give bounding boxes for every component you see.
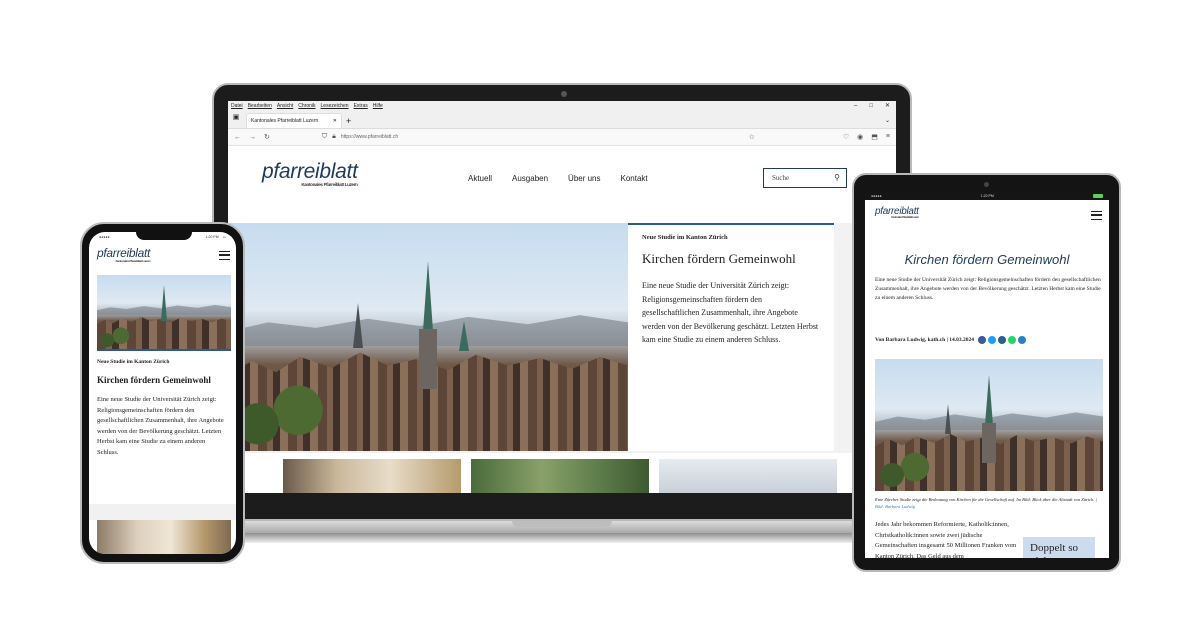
phone-logo-text: pfarreiblatt bbox=[97, 246, 151, 260]
phone-kicker: Neue Studie im Kanton Zürich bbox=[97, 359, 170, 365]
hero-card[interactable]: Neue Studie im Kanton Zürich Kirchen för… bbox=[628, 223, 834, 451]
search-icon[interactable]: ⚲ bbox=[834, 173, 840, 182]
menu-chronik[interactable]: Chronik bbox=[298, 103, 315, 109]
laptop-base bbox=[210, 521, 914, 533]
phone-screen: ●●●●● 1:20 PM ▭ pfarreiblatt Kantonales … bbox=[89, 232, 236, 554]
site-header: pfarreiblatt Kantonales Pfarreiblatt Luz… bbox=[228, 146, 896, 206]
phone-text: Eine neue Studie der Universität Zürich … bbox=[97, 396, 224, 456]
share-icon[interactable] bbox=[997, 336, 1006, 344]
teaser-image-1[interactable] bbox=[283, 459, 461, 493]
caption-text: Eine Zürcher Studie zeigt die Bedeutung … bbox=[875, 497, 1097, 502]
tab-list-icon[interactable]: ▣ bbox=[230, 113, 242, 125]
phone-hero-image[interactable] bbox=[97, 275, 231, 351]
nav-kontakt[interactable]: Kontakt bbox=[621, 174, 648, 183]
tablet-infobox[interactable]: Doppelt so viele bbox=[1023, 537, 1095, 558]
laptop-foot bbox=[228, 533, 896, 543]
new-tab-icon[interactable]: + bbox=[346, 116, 351, 126]
shield-icon: ⛉ bbox=[321, 133, 328, 140]
laptop-screen: Datei Bearbeiten Ansicht Chronik Lesezei… bbox=[228, 101, 896, 511]
hamburger-menu-icon[interactable]: ≡ bbox=[886, 133, 890, 141]
status-time: 1:20 PM bbox=[205, 235, 219, 239]
site-logo[interactable]: pfarreiblatt Kantonales Pfarreiblatt Luz… bbox=[262, 160, 358, 187]
phone-teaser-image[interactable] bbox=[97, 520, 231, 554]
tablet-statusbar: ●●●●● 1:20 PM bbox=[865, 192, 1109, 200]
laptop-frame: Datei Bearbeiten Ansicht Chronik Lesezei… bbox=[212, 83, 912, 521]
close-tab-icon[interactable]: ✕ bbox=[333, 118, 337, 124]
tablet-article-image[interactable] bbox=[875, 359, 1103, 491]
menu-hilfe[interactable]: Hilfe bbox=[373, 103, 383, 109]
nav-aktuell[interactable]: Aktuell bbox=[468, 174, 492, 183]
nav-ausgaben[interactable]: Ausgaben bbox=[512, 174, 548, 183]
logo-text: pfarreiblatt bbox=[262, 160, 358, 183]
tablet-byline: Von Barbara Ludwig, kath.ch | 14.03.2024 bbox=[875, 336, 1028, 344]
article-teasers bbox=[283, 459, 837, 493]
phone-notch bbox=[136, 230, 192, 240]
reload-icon[interactable]: ↻ bbox=[264, 133, 270, 141]
main-nav: Aktuell Ausgaben Über uns Kontakt bbox=[468, 174, 648, 183]
account-icon[interactable]: ◉ bbox=[857, 133, 863, 141]
webcam bbox=[561, 91, 567, 97]
phone-logo[interactable]: pfarreiblatt Kantonales Pfarreiblatt Luz… bbox=[97, 246, 150, 263]
forward-icon[interactable]: → bbox=[249, 134, 256, 141]
browser-tabbar: ▣ Kantonales Pfarreiblatt Luzern ✕ + ⌄ bbox=[228, 111, 896, 129]
menu-bearbeiten[interactable]: Bearbeiten bbox=[248, 103, 272, 109]
browser-urlbar: ← → ↻ ⛉ 🔒︎ https://www.pfarreiblatt.ch ☆… bbox=[228, 129, 896, 146]
search-input[interactable]: Suche ⚲ bbox=[763, 168, 847, 188]
teaser-image-2[interactable] bbox=[471, 459, 649, 493]
menu-extras[interactable]: Extras bbox=[354, 103, 368, 109]
browser-tab[interactable]: Kantonales Pfarreiblatt Luzern ✕ bbox=[246, 113, 342, 128]
hero-text: Eine neue Studie der Universität Zürich … bbox=[642, 281, 819, 344]
tablet-body-text: Jedes Jahr bekommen Reformierte, Katholi… bbox=[875, 521, 1017, 558]
hero-image[interactable] bbox=[228, 223, 628, 451]
more-share-icon[interactable] bbox=[1017, 336, 1026, 344]
share-buttons bbox=[977, 336, 1028, 344]
twitter-share-icon[interactable] bbox=[987, 336, 996, 344]
tab-title: Kantonales Pfarreiblatt Luzern bbox=[251, 118, 319, 124]
close-window-button[interactable]: ✕ bbox=[885, 101, 890, 111]
tablet-logo[interactable]: pfarreiblatt Kantonales Pfarreiblatt Luz… bbox=[875, 206, 919, 219]
search-placeholder: Suche bbox=[772, 174, 790, 182]
minimize-button[interactable]: – bbox=[854, 101, 857, 111]
tablet-screen: ●●●●● 1:20 PM pfarreiblatt Kantonales Pf… bbox=[865, 192, 1109, 558]
pocket-icon[interactable]: ♡ bbox=[843, 133, 849, 141]
tab-overflow-icon[interactable]: ⌄ bbox=[885, 117, 890, 124]
tablet-image-caption: Eine Zürcher Studie zeigt die Bedeutung … bbox=[875, 496, 1103, 510]
phone-title[interactable]: Kirchen fördern Gemeinwohl bbox=[97, 375, 211, 385]
nav-ueber-uns[interactable]: Über uns bbox=[568, 174, 600, 183]
bookmark-star-icon[interactable]: ☆ bbox=[749, 133, 755, 141]
menu-datei[interactable]: Datei bbox=[231, 103, 243, 109]
maximize-button[interactable]: □ bbox=[869, 101, 873, 111]
hero-title[interactable]: Kirchen fördern Gemeinwohl bbox=[642, 251, 820, 267]
address-field[interactable]: ⛉ 🔒︎ https://www.pfarreiblatt.ch ☆ bbox=[322, 131, 835, 143]
teaser-image-3[interactable] bbox=[659, 459, 837, 493]
url-text[interactable]: https://www.pfarreiblatt.ch bbox=[341, 134, 398, 140]
extensions-icon[interactable]: ⬒ bbox=[871, 133, 878, 141]
tablet-menu-icon[interactable] bbox=[1091, 211, 1102, 220]
battery-icon: ▭ bbox=[222, 235, 226, 239]
back-icon[interactable]: ← bbox=[234, 134, 241, 141]
byline-text: Von Barbara Ludwig, kath.ch | 14.03.2024 bbox=[875, 337, 974, 343]
signal-icon: ●●●●● bbox=[99, 235, 110, 239]
tablet-lead: Eine neue Studie der Universität Zürich … bbox=[875, 277, 1101, 301]
tablet-battery-icon bbox=[1093, 194, 1103, 198]
menu-lesezeichen[interactable]: Lesezeichen bbox=[321, 103, 349, 109]
hero-section: Neue Studie im Kanton Zürich Kirchen för… bbox=[228, 223, 896, 453]
hero-kicker: Neue Studie im Kanton Zürich bbox=[642, 234, 728, 241]
phone-frame: ●●●●● 1:20 PM ▭ pfarreiblatt Kantonales … bbox=[80, 222, 245, 564]
caption-credit[interactable]: Bild: Barbara Ludwig bbox=[875, 504, 915, 509]
screen-bezel-bottom bbox=[228, 493, 896, 511]
tablet-article-title: Kirchen fördern Gemeinwohl bbox=[904, 252, 1070, 267]
lock-icon: 🔒︎ bbox=[332, 133, 336, 140]
whatsapp-share-icon[interactable] bbox=[1007, 336, 1016, 344]
tablet-status-time: 1:20 PM bbox=[980, 194, 994, 198]
phone-menu-icon[interactable] bbox=[219, 251, 230, 260]
tablet-frame: ●●●●● 1:20 PM pfarreiblatt Kantonales Pf… bbox=[852, 173, 1121, 572]
tablet-signal-icon: ●●●●● bbox=[871, 194, 882, 198]
browser-menubar: Datei Bearbeiten Ansicht Chronik Lesezei… bbox=[228, 101, 896, 111]
facebook-share-icon[interactable] bbox=[977, 336, 986, 344]
tablet-camera bbox=[984, 182, 989, 187]
menu-ansicht[interactable]: Ansicht bbox=[277, 103, 293, 109]
phone-section-divider bbox=[89, 504, 236, 520]
